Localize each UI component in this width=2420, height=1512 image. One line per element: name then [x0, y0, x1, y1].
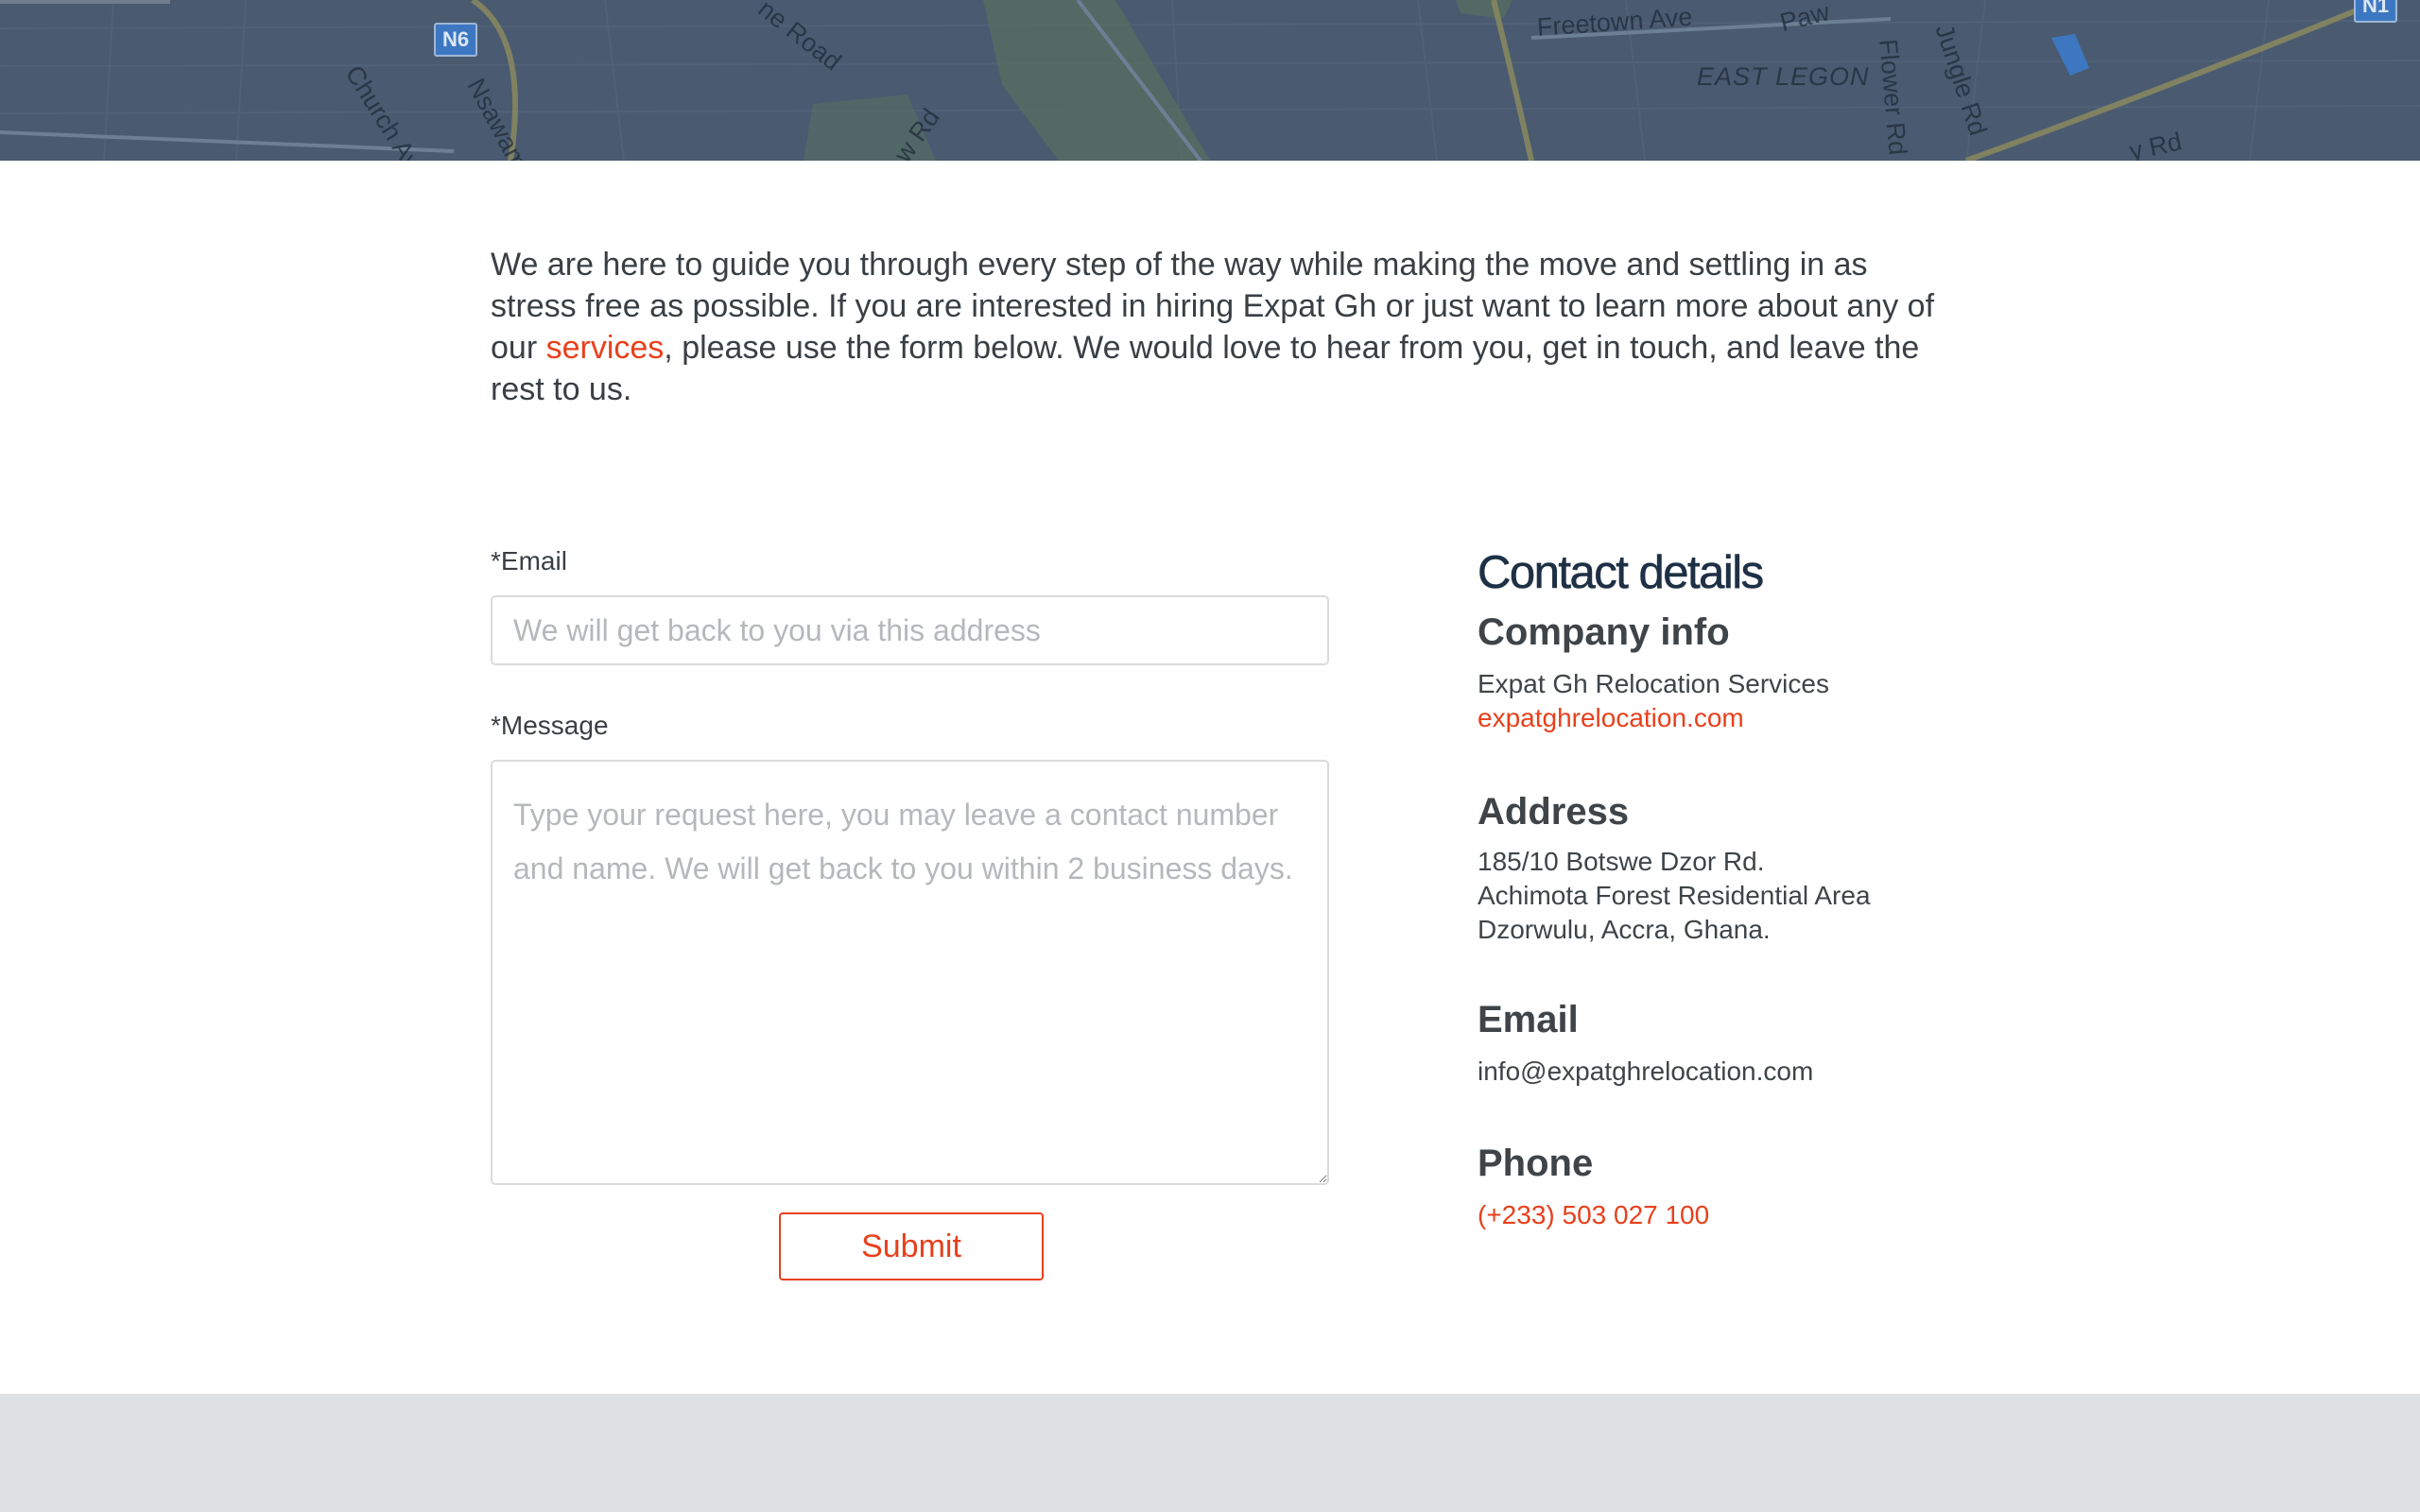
contact-details-title: Contact details — [1478, 547, 1765, 599]
services-link[interactable]: services — [546, 330, 665, 366]
contact-details: Contact details Company info Expat Gh Re… — [1478, 539, 2139, 1232]
address-line: Dzorwulu, Accra, Ghana. — [1478, 915, 1771, 944]
company-website-link[interactable]: expatghrelocation.com — [1478, 701, 2139, 735]
route-shield-n1: N1 — [2354, 0, 2398, 23]
address-line: 185/10 Botswe Dzor Rd. — [1478, 847, 1765, 876]
route-shield-n6: N6 — [434, 23, 478, 57]
phone-link[interactable]: (+233) 503 027 100 — [1478, 1198, 2139, 1232]
message-field[interactable] — [491, 760, 1329, 1185]
email-label: *Email — [491, 546, 567, 576]
map-banner[interactable]: N6 N1 Church Ave Nsawam ne Road w Rd Fre… — [0, 0, 2420, 161]
address-line: Achimota Forest Residential Area — [1478, 881, 1871, 910]
map-area-label: EAST LEGON — [1697, 62, 1870, 91]
intro-text: , please use the form below. We would lo… — [491, 330, 1920, 407]
footer-band — [0, 1394, 2420, 1512]
company-info-heading: Company info — [1478, 611, 1730, 653]
submit-button[interactable]: Submit — [779, 1212, 1044, 1280]
intro-paragraph: We are here to guide you through every s… — [491, 244, 1937, 410]
contact-email: info@expatghrelocation.com — [1478, 1057, 1814, 1086]
company-name: Expat Gh Relocation Services — [1478, 669, 1829, 698]
address-heading: Address — [1478, 791, 1630, 833]
email-field[interactable] — [491, 595, 1329, 665]
email-heading: Email — [1478, 999, 1579, 1040]
message-label: *Message — [491, 711, 609, 740]
phone-heading: Phone — [1478, 1143, 1594, 1184]
